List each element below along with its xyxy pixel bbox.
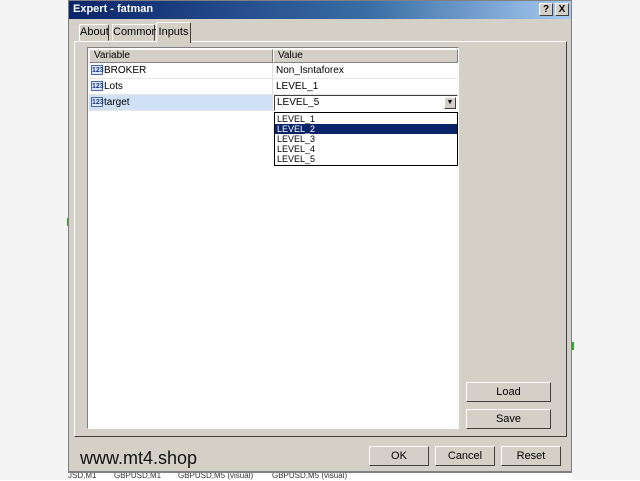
chart-tab[interactable]: GBPUSD,M5 (visual) [178, 473, 253, 480]
integer-type-icon: 123 [91, 97, 104, 107]
column-divider [272, 63, 273, 111]
dropdown-list: LEVEL_1 LEVEL_2 LEVEL_3 LEVEL_4 LEVEL_5 [274, 112, 458, 166]
window-title: Expert - fatman [73, 3, 154, 15]
terminal-background-left [0, 0, 69, 480]
ok-button[interactable]: OK [369, 446, 429, 466]
tab-about[interactable]: About [79, 24, 109, 41]
cancel-button[interactable]: Cancel [435, 446, 495, 466]
help-button[interactable]: ? [539, 3, 553, 16]
tab-inputs[interactable]: Inputs [156, 22, 191, 43]
variable-cell: 123 target [89, 95, 273, 110]
dropdown-option[interactable]: LEVEL_3 [275, 134, 457, 144]
save-button[interactable]: Save [466, 409, 551, 429]
value-cell[interactable]: Non_Isntaforex [274, 63, 458, 78]
variable-name: BROKER [104, 65, 147, 76]
variable-value: Non_Isntaforex [276, 65, 344, 76]
integer-type-icon: 123 [91, 65, 104, 75]
chevron-down-icon[interactable]: ▼ [444, 97, 456, 109]
tab-common[interactable]: Common [112, 24, 158, 41]
column-header-variable[interactable]: Variable [89, 49, 273, 63]
table-row[interactable]: 123 Lots LEVEL_1 [89, 79, 458, 95]
close-button[interactable]: X [555, 3, 569, 16]
dropdown-option[interactable]: LEVEL_1 [275, 114, 457, 124]
target-value-select[interactable]: LEVEL_5 ▼ [274, 95, 458, 111]
variable-cell: 123 BROKER [89, 63, 273, 78]
column-header-value[interactable]: Value [273, 49, 458, 63]
dropdown-option[interactable]: LEVEL_5 [275, 154, 457, 164]
variable-cell: 123 Lots [89, 79, 273, 94]
variable-value: LEVEL_1 [276, 81, 319, 92]
value-cell[interactable]: LEVEL_1 [274, 79, 458, 94]
chart-marker [572, 342, 574, 350]
integer-type-icon: 123 [91, 81, 104, 91]
select-current-value: LEVEL_5 [277, 97, 320, 108]
chart-tab[interactable]: GBPUSD,M5 (visual) [272, 473, 347, 480]
reset-button[interactable]: Reset [501, 446, 561, 466]
load-button[interactable]: Load [466, 382, 551, 402]
terminal-background-right [572, 0, 640, 480]
title-bar: Expert - fatman ? X [69, 1, 571, 19]
table-row[interactable]: 123 BROKER Non_Isntaforex [89, 63, 458, 79]
watermark-text: www.mt4.shop [80, 448, 198, 468]
variable-name: target [104, 97, 130, 108]
dropdown-option[interactable]: LEVEL_4 [275, 144, 457, 154]
dropdown-option[interactable]: LEVEL_2 [275, 124, 457, 134]
chart-tab[interactable]: GBPUSD,M1 [114, 473, 161, 480]
variable-name: Lots [104, 81, 123, 92]
chart-tab[interactable]: JSD,M1 [68, 473, 96, 480]
